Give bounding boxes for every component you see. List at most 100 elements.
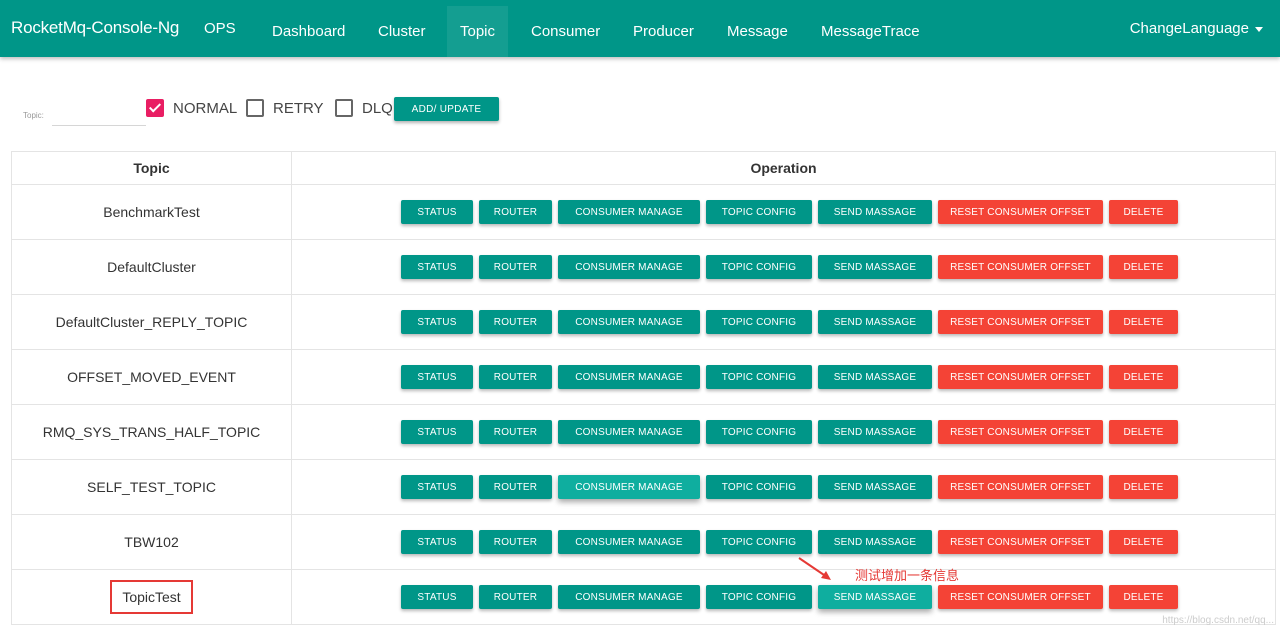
reset-consumer-offset-button[interactable]: RESET CONSUMER OFFSET bbox=[938, 200, 1103, 224]
topic-config-button[interactable]: TOPIC CONFIG bbox=[706, 310, 812, 334]
topic-cell: DefaultCluster bbox=[11, 239, 292, 295]
topic-cell: TopicTest bbox=[11, 569, 292, 625]
topic-config-button[interactable]: TOPIC CONFIG bbox=[706, 365, 812, 389]
operation-button-group: STATUS ROUTER CONSUMER MANAGE TOPIC CONFIG S… bbox=[292, 475, 1275, 499]
delete-button[interactable]: DELETE bbox=[1109, 585, 1178, 609]
table-row: DefaultCluster STATUS ROUTER CONSUMER MANAG… bbox=[11, 239, 1276, 295]
topic-name: TBW102 bbox=[124, 534, 179, 550]
router-button[interactable]: ROUTER bbox=[479, 310, 552, 334]
operation-cell: STATUS ROUTER CONSUMER MANAGE TOPIC CONFIG S… bbox=[291, 184, 1276, 240]
retry-checkbox-label: RETRY bbox=[273, 99, 324, 117]
table-row: OFFSET_MOVED_EVENT STATUS ROUTER CONSUMER M… bbox=[11, 349, 1276, 405]
consumer-manage-button[interactable]: CONSUMER MANAGE bbox=[558, 365, 700, 389]
nav-ops[interactable]: OPS bbox=[192, 0, 249, 51]
delete-button[interactable]: DELETE bbox=[1109, 200, 1178, 224]
nav-producer[interactable]: Producer bbox=[620, 6, 707, 57]
delete-button[interactable]: DELETE bbox=[1109, 530, 1178, 554]
top-navbar: RocketMq-Console-Ng OPS Dashboard Cluste… bbox=[0, 0, 1280, 57]
router-button[interactable]: ROUTER bbox=[479, 585, 552, 609]
topic-cell: RMQ_SYS_TRANS_HALF_TOPIC bbox=[11, 404, 292, 460]
dlq-checkbox[interactable]: DLQ bbox=[335, 99, 393, 117]
nav-dashboard[interactable]: Dashboard bbox=[259, 6, 358, 57]
table-row: BenchmarkTest STATUS ROUTER CONSUMER MANAGE… bbox=[11, 184, 1276, 240]
watermark: https://blog.csdn.net/qq... bbox=[1162, 615, 1274, 626]
status-button[interactable]: STATUS bbox=[401, 475, 473, 499]
reset-consumer-offset-button[interactable]: RESET CONSUMER OFFSET bbox=[938, 310, 1103, 334]
consumer-manage-button[interactable]: CONSUMER MANAGE bbox=[558, 310, 700, 334]
delete-button[interactable]: DELETE bbox=[1109, 475, 1178, 499]
reset-consumer-offset-button[interactable]: RESET CONSUMER OFFSET bbox=[938, 420, 1103, 444]
topic-config-button[interactable]: TOPIC CONFIG bbox=[706, 530, 812, 554]
reset-consumer-offset-button[interactable]: RESET CONSUMER OFFSET bbox=[938, 255, 1103, 279]
delete-button[interactable]: DELETE bbox=[1109, 255, 1178, 279]
send-message-button[interactable]: SEND MASSAGE bbox=[818, 255, 932, 279]
annotation-text: 测试增加一条信息 bbox=[855, 568, 960, 583]
checkbox-checked-icon[interactable] bbox=[146, 99, 164, 117]
header-topic: Topic bbox=[11, 151, 292, 185]
status-button[interactable]: STATUS bbox=[401, 420, 473, 444]
operation-cell: STATUS ROUTER CONSUMER MANAGE TOPIC CONFIG S… bbox=[291, 514, 1276, 570]
brand-logo[interactable]: RocketMq-Console-Ng bbox=[11, 18, 179, 38]
reset-consumer-offset-button[interactable]: RESET CONSUMER OFFSET bbox=[938, 475, 1103, 499]
checkbox-unchecked-icon[interactable] bbox=[246, 99, 264, 117]
header-operation: Operation bbox=[291, 151, 1276, 185]
send-message-button[interactable]: SEND MASSAGE bbox=[818, 530, 932, 554]
send-message-button[interactable]: SEND MASSAGE bbox=[818, 585, 932, 609]
router-button[interactable]: ROUTER bbox=[479, 530, 552, 554]
table-row: TBW102 STATUS ROUTER CONSUMER MANAGE TOPIC C… bbox=[11, 514, 1276, 570]
topic-name: SELF_TEST_TOPIC bbox=[87, 479, 216, 495]
consumer-manage-button[interactable]: CONSUMER MANAGE bbox=[558, 475, 700, 499]
status-button[interactable]: STATUS bbox=[401, 200, 473, 224]
topic-config-button[interactable]: TOPIC CONFIG bbox=[706, 475, 812, 499]
change-language-dropdown[interactable]: ChangeLanguage bbox=[1130, 20, 1263, 37]
reset-consumer-offset-button[interactable]: RESET CONSUMER OFFSET bbox=[938, 530, 1103, 554]
operation-cell: STATUS ROUTER CONSUMER MANAGE TOPIC CONFIG S… bbox=[291, 569, 1276, 625]
checkbox-unchecked-icon[interactable] bbox=[335, 99, 353, 117]
send-message-button[interactable]: SEND MASSAGE bbox=[818, 475, 932, 499]
add-update-button[interactable]: ADD/ UPDATE bbox=[394, 97, 499, 121]
router-button[interactable]: ROUTER bbox=[479, 365, 552, 389]
nav-messagetrace[interactable]: MessageTrace bbox=[808, 6, 933, 57]
consumer-manage-button[interactable]: CONSUMER MANAGE bbox=[558, 420, 700, 444]
nav-topic[interactable]: Topic bbox=[447, 6, 509, 57]
router-button[interactable]: ROUTER bbox=[479, 475, 552, 499]
operation-button-group: STATUS ROUTER CONSUMER MANAGE TOPIC CONFIG S… bbox=[292, 585, 1275, 609]
topic-config-button[interactable]: TOPIC CONFIG bbox=[706, 255, 812, 279]
nav-consumer[interactable]: Consumer bbox=[518, 6, 613, 57]
topic-filter-input[interactable] bbox=[52, 103, 146, 126]
caret-down-icon bbox=[1255, 26, 1263, 32]
router-button[interactable]: ROUTER bbox=[479, 420, 552, 444]
topic-name: OFFSET_MOVED_EVENT bbox=[67, 369, 236, 385]
normal-checkbox[interactable]: NORMAL bbox=[146, 99, 237, 117]
topic-config-button[interactable]: TOPIC CONFIG bbox=[706, 420, 812, 444]
delete-button[interactable]: DELETE bbox=[1109, 420, 1178, 444]
nav-message[interactable]: Message bbox=[714, 6, 801, 57]
reset-consumer-offset-button[interactable]: RESET CONSUMER OFFSET bbox=[938, 365, 1103, 389]
router-button[interactable]: ROUTER bbox=[479, 255, 552, 279]
status-button[interactable]: STATUS bbox=[401, 310, 473, 334]
nav-cluster[interactable]: Cluster bbox=[365, 6, 439, 57]
send-message-button[interactable]: SEND MASSAGE bbox=[818, 200, 932, 224]
topic-name: RMQ_SYS_TRANS_HALF_TOPIC bbox=[42, 424, 261, 440]
status-button[interactable]: STATUS bbox=[401, 255, 473, 279]
consumer-manage-button[interactable]: CONSUMER MANAGE bbox=[558, 200, 700, 224]
consumer-manage-button[interactable]: CONSUMER MANAGE bbox=[558, 585, 700, 609]
topic-config-button[interactable]: TOPIC CONFIG bbox=[706, 585, 812, 609]
delete-button[interactable]: DELETE bbox=[1109, 365, 1178, 389]
send-message-button[interactable]: SEND MASSAGE bbox=[818, 310, 932, 334]
status-button[interactable]: STATUS bbox=[401, 365, 473, 389]
status-button[interactable]: STATUS bbox=[401, 585, 473, 609]
topic-config-button[interactable]: TOPIC CONFIG bbox=[706, 200, 812, 224]
delete-button[interactable]: DELETE bbox=[1109, 310, 1178, 334]
consumer-manage-button[interactable]: CONSUMER MANAGE bbox=[558, 255, 700, 279]
router-button[interactable]: ROUTER bbox=[479, 200, 552, 224]
status-button[interactable]: STATUS bbox=[401, 530, 473, 554]
send-message-button[interactable]: SEND MASSAGE bbox=[818, 420, 932, 444]
operation-button-group: STATUS ROUTER CONSUMER MANAGE TOPIC CONFIG S… bbox=[292, 255, 1275, 279]
send-message-button[interactable]: SEND MASSAGE bbox=[818, 365, 932, 389]
reset-consumer-offset-button[interactable]: RESET CONSUMER OFFSET bbox=[938, 585, 1103, 609]
operation-button-group: STATUS ROUTER CONSUMER MANAGE TOPIC CONFIG S… bbox=[292, 420, 1275, 444]
retry-checkbox[interactable]: RETRY bbox=[246, 99, 324, 117]
topic-filter-label: Topic: bbox=[23, 111, 44, 120]
consumer-manage-button[interactable]: CONSUMER MANAGE bbox=[558, 530, 700, 554]
